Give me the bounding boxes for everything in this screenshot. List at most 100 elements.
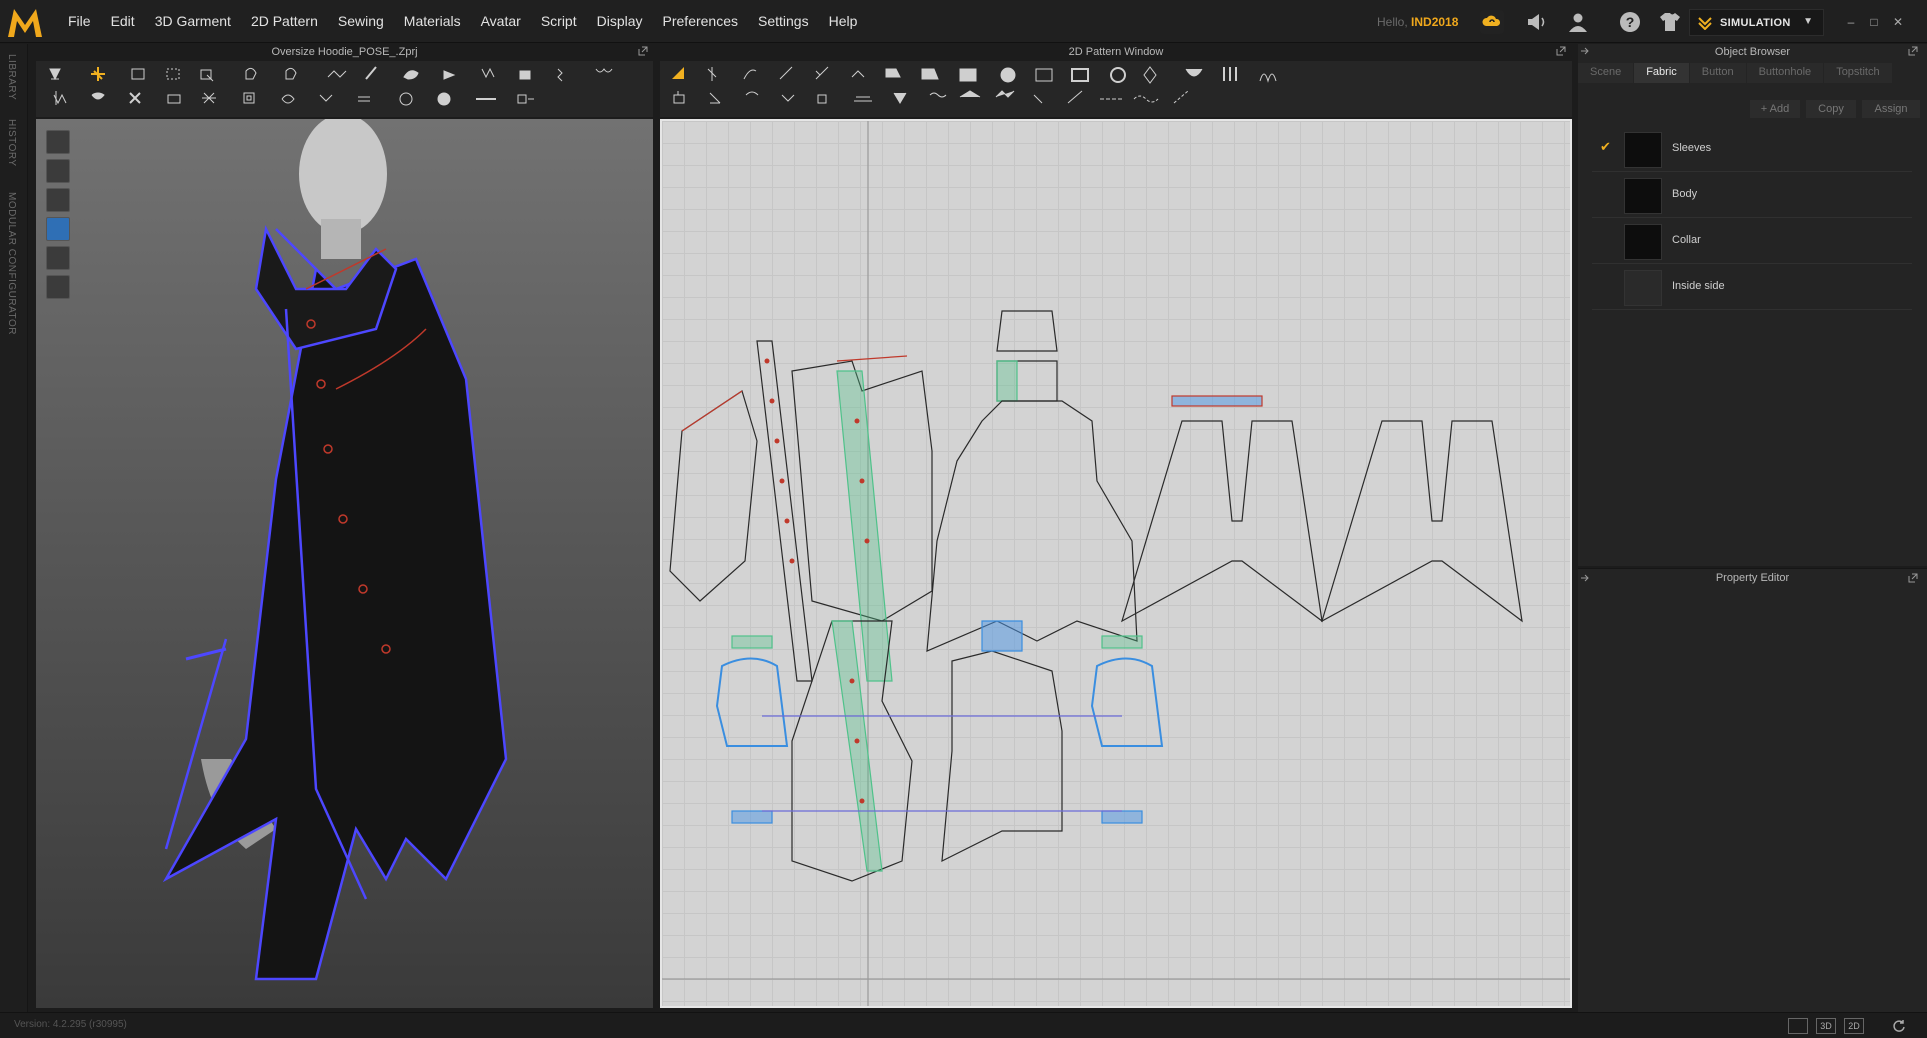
2d-toolbar-tools [672,66,1277,104]
internal-rectangle-icon [1035,68,1053,82]
cloud-sync-icon[interactable] [1480,10,1504,34]
simulation-mode-button[interactable]: SIMULATION ▼ [1689,9,1824,36]
tab-scene[interactable]: Scene [1578,63,1634,83]
add-fabric-button[interactable]: + Add [1750,100,1800,118]
dart-icon [1143,66,1157,84]
3d-viewport[interactable] [36,119,653,1008]
front-collar-seam [836,355,908,362]
tack-on-avatar-icon [285,67,297,80]
fabric-name: Collar [1672,234,1701,246]
menu-edit[interactable]: Edit [101,0,145,43]
help-icon[interactable]: ? [1618,10,1642,34]
sleeve-right-hem-piece [1101,810,1143,824]
2d-pattern-canvas[interactable] [660,119,1572,1008]
menu-display[interactable]: Display [587,0,653,43]
split-view-button[interactable] [1788,1018,1808,1034]
menu-materials[interactable]: Materials [394,0,471,43]
fabric-view-icon[interactable] [46,217,70,241]
zipper-icon [481,67,495,79]
left-side-strip: LIBRARY HISTORY MODULAR CONFIGURATOR [0,44,28,1012]
2d-toolbar [660,61,1572,117]
trouser-front-piece [1121,420,1323,623]
check-sewing-icon [959,90,981,98]
diagonal-stitch-icon [1173,90,1189,104]
measure-icon [91,92,105,100]
checkmark-icon: ✔ [1600,139,1611,154]
popout-icon[interactable] [1908,46,1918,56]
version-label: Version: 4.2.295 (r30995) [14,1019,127,1030]
greeting-text: Hello, [1377,15,1408,29]
3d-toolbar-tools [49,66,613,106]
trace-icon [921,68,939,80]
tab-buttonhole[interactable]: Buttonhole [1746,63,1824,83]
copy-fabric-button[interactable]: Copy [1806,100,1856,118]
garment-view-icon[interactable] [46,130,70,154]
menu-script[interactable]: Script [531,0,587,43]
fabric-item-collar[interactable]: Collar [1592,220,1912,264]
fabric-item-inside-side[interactable]: Inside side [1592,266,1912,310]
gusset-icon [1185,68,1203,77]
menu-3d-garment[interactable]: 3D Garment [145,0,241,43]
popout-icon[interactable] [638,46,648,56]
button-marker [854,418,860,424]
texture-view-icon[interactable] [46,246,70,270]
2d-view-button[interactable]: 2D [1844,1018,1864,1034]
tab-history[interactable]: HISTORY [6,119,17,167]
arrow-right-icon[interactable] [1580,573,1590,583]
tab-topstitch[interactable]: Topstitch [1824,63,1892,83]
popout-icon[interactable] [1908,573,1918,583]
puckering-icon [519,70,531,80]
fabric-item-sleeves[interactable]: ✔ Sleeves [1592,128,1912,172]
stitch-icon [1033,94,1043,104]
3d-view-button[interactable]: 3D [1816,1018,1836,1034]
free-sewing-icon [781,94,795,102]
select-mesh-icon [131,68,145,80]
tab-button[interactable]: Button [1689,63,1746,83]
fold-arrow-icon [49,68,61,81]
refresh-icon[interactable] [1892,1019,1906,1033]
maximize-icon[interactable]: □ [1867,16,1881,30]
menu-2d-pattern[interactable]: 2D Pattern [241,0,328,43]
popout-icon[interactable] [1556,46,1566,56]
fabric-swatch [1624,270,1662,306]
curve-point-icon [779,66,793,80]
menu-sewing[interactable]: Sewing [328,0,394,43]
button-marker [859,478,865,484]
close-icon[interactable]: ✕ [1891,16,1905,30]
minimize-icon[interactable]: – [1844,16,1858,30]
arrow-right-icon[interactable] [1580,46,1590,56]
tab-modular-configurator[interactable]: MODULAR CONFIGURATOR [6,192,17,335]
cuff-right-piece [1101,635,1143,649]
menu-settings[interactable]: Settings [748,0,819,43]
menu-help[interactable]: Help [819,0,868,43]
user-greeting: Hello, IND2018 [1377,15,1458,29]
bezier-icon [851,70,865,78]
trim-icon [319,94,333,102]
assign-fabric-button[interactable]: Assign [1862,100,1920,118]
announcement-icon[interactable] [1524,10,1548,34]
garment-fit-icon [403,70,419,80]
line-icon [1067,90,1083,104]
avatar-pose-icon [53,91,67,105]
circle-button-icon [399,92,413,106]
m-n-sewing-icon [929,92,947,98]
fabric-item-body[interactable]: Body [1592,174,1912,218]
menu-avatar[interactable]: Avatar [471,0,531,43]
garment-tshirt-icon[interactable] [1658,10,1682,34]
fabric-swatch [1624,178,1662,214]
tab-library[interactable]: LIBRARY [6,54,17,100]
menu-file[interactable]: File [58,0,101,43]
transform-pattern-icon [200,69,214,82]
tab-fabric[interactable]: Fabric [1634,63,1689,83]
fabric-name: Inside side [1672,280,1725,292]
avatar-neck [321,219,361,259]
viewport-title: Oversize Hoodie_POSE_.Zprj [271,46,418,58]
button-marker [859,798,865,804]
tuck-icon [893,92,907,104]
garment-outline-icon[interactable] [46,159,70,183]
topstitch-icon [358,96,370,102]
user-account-icon[interactable] [1566,10,1590,34]
menu-preferences[interactable]: Preferences [653,0,748,43]
avatar-head-icon[interactable] [46,275,70,299]
avatar-view-icon[interactable] [46,188,70,212]
